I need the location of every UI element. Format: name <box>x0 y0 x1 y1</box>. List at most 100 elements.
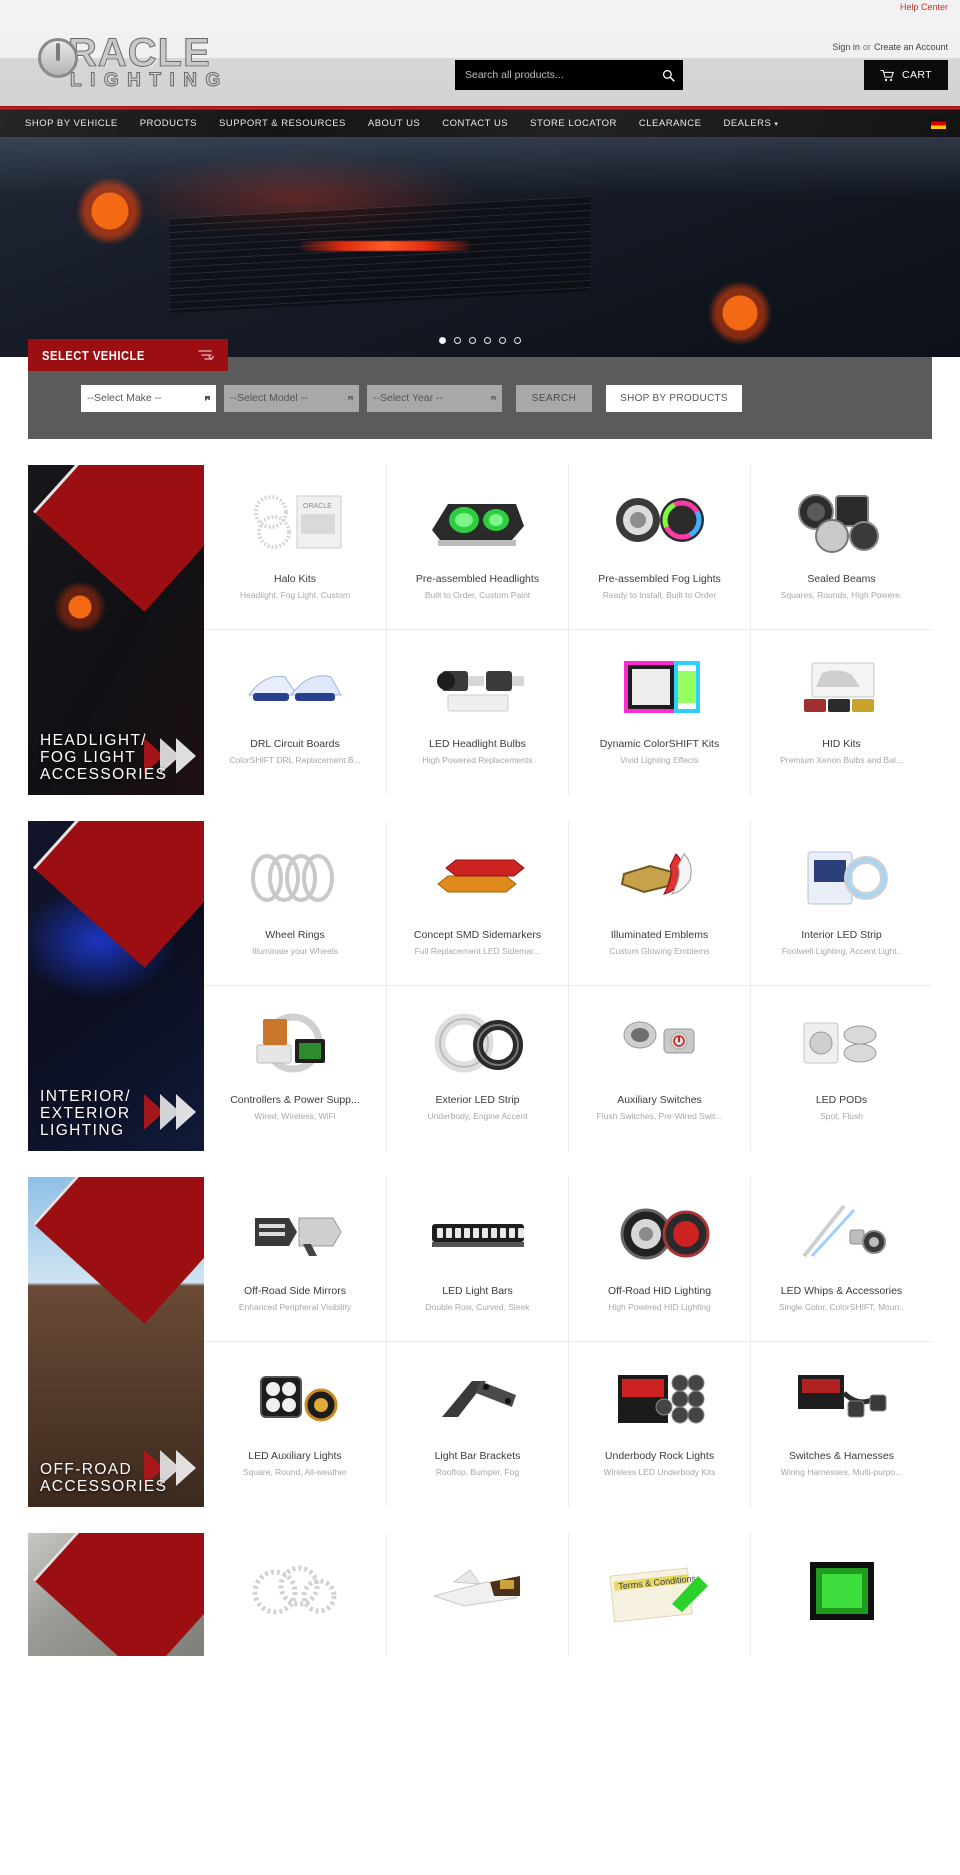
category-banner[interactable]: INTERIOR/ EXTERIOR LIGHTING <box>28 821 204 1151</box>
category-item[interactable] <box>204 1533 386 1656</box>
help-center-link[interactable]: Help Center <box>900 2 948 12</box>
category-item-subtitle: Underbody, Engine Accent <box>427 1111 528 1121</box>
green-led-thumb <box>786 1551 898 1629</box>
category-item-grid: Wheel Rings Illuminate your Wheels Concept… <box>204 821 932 1151</box>
create-account-link[interactable]: Create an Account <box>874 42 948 52</box>
hero-carousel[interactable] <box>0 137 960 357</box>
carousel-dot-4[interactable] <box>484 337 491 344</box>
category-item-title: Wheel Rings <box>265 929 325 941</box>
category-block: HEADLIGHT/ FOG LIGHT ACCESSORIES ORACLE Ha… <box>28 465 932 795</box>
category-banner[interactable]: OFF-ROAD ACCESSORIES <box>28 1177 204 1507</box>
nav-item-contact-us[interactable]: CONTACT US <box>431 118 519 129</box>
category-item-subtitle: ColorSHIFT DRL Replacement B... <box>229 755 361 765</box>
category-item-title: Exterior LED Strip <box>435 1094 520 1106</box>
category-item-title: LED Auxiliary Lights <box>248 1450 342 1462</box>
nav-item-dealers[interactable]: DEALERS ▾ <box>712 118 789 129</box>
category-item[interactable]: LED Headlight Bulbs High Powered Replacem… <box>386 630 568 795</box>
make-select[interactable]: --Select Make -- <box>81 384 216 412</box>
category-item[interactable]: Pre-assembled Fog Lights Ready to Install… <box>568 465 750 630</box>
category-item[interactable]: ORACLE Halo Kits Headlight, Fog Light, Cus… <box>204 465 386 630</box>
category-item[interactable]: Concept SMD Sidemarkers Full Replacement … <box>386 821 568 986</box>
category-item-title: Light Bar Brackets <box>434 1450 521 1462</box>
category-item-title: LED Light Bars <box>442 1285 513 1297</box>
category-item[interactable]: HID Kits Premium Xenon Bulbs and Bal... <box>750 630 932 795</box>
year-select[interactable]: --Select Year -- <box>367 384 502 412</box>
aux-light-thumb <box>239 1360 351 1438</box>
nav-item-support-resources[interactable]: SUPPORT & RESOURCES <box>208 118 357 129</box>
select-vehicle-label: SELECT VEHICLE <box>42 347 145 363</box>
category-item[interactable]: Wheel Rings Illuminate your Wheels <box>204 821 386 986</box>
category-item[interactable]: DRL Circuit Boards ColorSHIFT DRL Replace… <box>204 630 386 795</box>
controller-thumb <box>239 1004 351 1082</box>
nav-item-clearance[interactable]: CLEARANCE <box>628 118 713 129</box>
category-item[interactable]: Off-Road Side Mirrors Enhanced Peripheral… <box>204 1177 386 1342</box>
search-box <box>455 60 683 90</box>
carousel-dot-2[interactable] <box>454 337 461 344</box>
halo-rings-thumb <box>239 1551 351 1629</box>
category-item-title: LED PODs <box>815 1094 868 1106</box>
category-item-subtitle: Double Row, Curved, Sleek <box>425 1302 530 1312</box>
search-input[interactable] <box>455 60 653 90</box>
category-item-subtitle: High Powered HID Lighting <box>608 1302 711 1312</box>
account-links: Sign in or Create an Account <box>832 42 948 52</box>
nav-item-shop-by-vehicle[interactable]: SHOP BY VEHICLE <box>14 118 129 129</box>
category-item-subtitle: Rooftop, Bumper, Fog <box>435 1467 520 1477</box>
category-item[interactable]: Exterior LED Strip Underbody, Engine Acce… <box>386 986 568 1151</box>
search-submit-button[interactable] <box>653 60 683 90</box>
hid-kit-thumb <box>786 648 898 726</box>
category-item[interactable]: Switches & Harnesses Wiring Harnesses, Mu… <box>750 1342 932 1507</box>
category-item[interactable]: Terms & Conditions <box>568 1533 750 1656</box>
sealed-beam-thumb <box>786 483 898 561</box>
category-item[interactable] <box>386 1533 568 1656</box>
category-item[interactable]: Illuminated Emblems Custom Glowing Emblem… <box>568 821 750 986</box>
category-banner[interactable] <box>28 1533 204 1656</box>
category-item[interactable]: LED Whips & Accessories Single Color, Col… <box>750 1177 932 1342</box>
category-item-title: Underbody Rock Lights <box>604 1450 715 1462</box>
category-item-subtitle: Wiring Harnesses, Multi-purpo... <box>780 1467 903 1477</box>
category-item[interactable]: Interior LED Strip Footwell Lighting, Acc… <box>750 821 932 986</box>
carousel-dot-3[interactable] <box>469 337 476 344</box>
category-item[interactable]: Controllers & Power Supp... Wired, Wirele… <box>204 986 386 1151</box>
utility-bar: Help Center <box>0 0 960 18</box>
category-item[interactable]: LED Light Bars Double Row, Curved, Sleek <box>386 1177 568 1342</box>
carousel-dot-1[interactable] <box>439 337 446 344</box>
carousel-dot-5[interactable] <box>499 337 506 344</box>
category-item[interactable]: Underbody Rock Lights Wireless LED Underb… <box>568 1342 750 1507</box>
category-item-subtitle: Full Replacement LED Sidemar... <box>414 946 541 956</box>
category-item-subtitle: Ready to Install, Built to Order <box>602 590 717 600</box>
rock-light-thumb <box>604 1360 716 1438</box>
shop-by-products-button[interactable]: SHOP BY PRODUCTS <box>606 384 742 412</box>
category-item[interactable]: Sealed Beams Squares, Rounds, High Powere… <box>750 465 932 630</box>
category-item[interactable]: Light Bar Brackets Rooftop, Bumper, Fog <box>386 1342 568 1507</box>
category-item-title: LED Headlight Bulbs <box>429 738 526 750</box>
category-banner-title: OFF-ROAD ACCESSORIES <box>40 1461 168 1495</box>
category-block: OFF-ROAD ACCESSORIES Off-Road Side Mirror… <box>28 1177 932 1507</box>
category-item[interactable]: Dynamic ColorSHIFT Kits Vivid Lighting Ef… <box>568 630 750 795</box>
category-banner[interactable]: HEADLIGHT/ FOG LIGHT ACCESSORIES <box>28 465 204 795</box>
category-item[interactable]: Off-Road HID Lighting High Powered HID Li… <box>568 1177 750 1342</box>
vehicle-search-button[interactable]: SEARCH <box>516 384 592 412</box>
nav-item-store-locator[interactable]: STORE LOCATOR <box>519 118 628 129</box>
category-item-subtitle: Spot, Flush <box>820 1111 863 1121</box>
category-item-title: Auxiliary Switches <box>617 1094 702 1106</box>
model-select[interactable]: --Select Model -- <box>224 384 359 412</box>
nav-item-products[interactable]: PRODUCTS <box>129 118 208 129</box>
category-item[interactable]: LED PODs Spot, Flush <box>750 986 932 1151</box>
category-item[interactable]: LED Auxiliary Lights Square, Round, All-w… <box>204 1342 386 1507</box>
category-item[interactable]: Pre-assembled Headlights Built to Order, … <box>386 465 568 630</box>
category-item-grid: ORACLE Halo Kits Headlight, Fog Light, Cus… <box>204 465 932 795</box>
category-item[interactable] <box>750 1533 932 1656</box>
category-block: INTERIOR/ EXTERIOR LIGHTING Wheel Rings Il… <box>28 821 932 1151</box>
carousel-dots[interactable] <box>439 337 521 344</box>
category-item[interactable]: Auxiliary Switches Flush Switches, Pre-Wi… <box>568 986 750 1151</box>
sign-in-link[interactable]: Sign in <box>832 42 860 52</box>
cart-button[interactable]: CART <box>864 60 948 90</box>
select-vehicle-tab[interactable]: SELECT VEHICLE <box>28 339 228 371</box>
german-flag-icon[interactable] <box>931 118 946 129</box>
oracle-lighting-logo[interactable]: RACLE LIGHTING <box>36 33 256 94</box>
nav-item-about-us[interactable]: ABOUT US <box>357 118 431 129</box>
svg-text:ORACLE: ORACLE <box>303 503 332 510</box>
category-item-title: Pre-assembled Headlights <box>415 573 540 585</box>
site-header: RACLE LIGHTING Sign in or Create an Accoun… <box>0 18 960 106</box>
carousel-dot-6[interactable] <box>514 337 521 344</box>
